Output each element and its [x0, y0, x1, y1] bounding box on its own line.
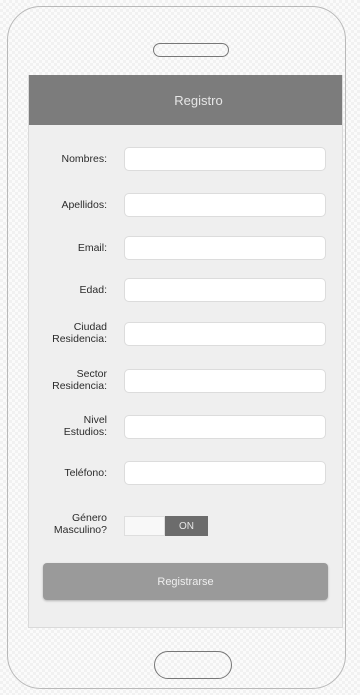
- telefono-label: Teléfono:: [64, 467, 107, 479]
- toggle-on-state: ON: [165, 516, 208, 536]
- gender-toggle-switch[interactable]: ON: [124, 516, 208, 536]
- nivel-estudios-label: Nivel Estudios:: [63, 414, 107, 438]
- app-bar: Registro: [29, 75, 342, 125]
- sector-residencia-label: Sector Residencia:: [52, 368, 107, 392]
- home-button[interactable]: [154, 651, 232, 679]
- email-input[interactable]: [124, 236, 326, 260]
- register-button[interactable]: Registrarse: [43, 563, 328, 600]
- nivel-estudios-input[interactable]: [124, 415, 326, 439]
- genero-label: Género Masculino?: [53, 512, 107, 536]
- screen: Registro Nombres: Apellidos: Email: Edad…: [28, 75, 343, 628]
- page-title: Registro: [174, 92, 223, 108]
- nombres-label: Nombres:: [61, 153, 107, 165]
- ciudad-residencia-label: Ciudad Residencia:: [52, 321, 107, 345]
- apellidos-label: Apellidos:: [61, 199, 107, 211]
- sector-residencia-input[interactable]: [124, 369, 326, 393]
- ciudad-residencia-input[interactable]: [124, 322, 326, 346]
- edad-label: Edad:: [79, 284, 107, 296]
- telefono-input[interactable]: [124, 461, 326, 485]
- apellidos-input[interactable]: [124, 193, 326, 217]
- speaker-slot: [153, 43, 229, 57]
- edad-input[interactable]: [124, 278, 326, 302]
- nombres-input[interactable]: [124, 147, 326, 171]
- toggle-off-area: [124, 516, 165, 536]
- email-label: Email:: [77, 242, 107, 254]
